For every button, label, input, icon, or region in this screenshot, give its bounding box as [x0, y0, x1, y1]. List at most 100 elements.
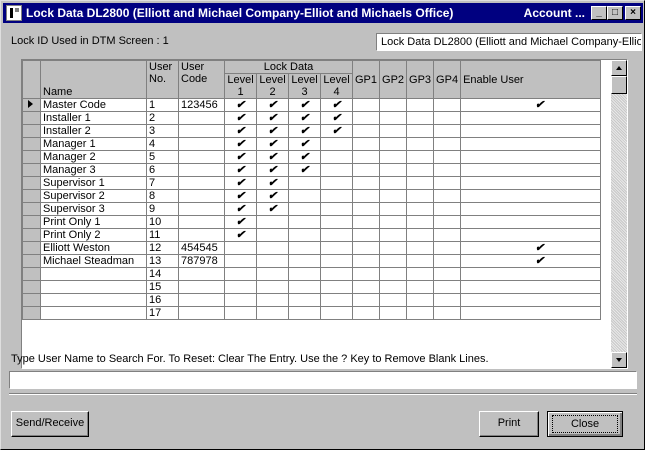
cell-name[interactable]: Supervisor 1: [40, 176, 147, 190]
table-row[interactable]: 17: [22, 306, 602, 320]
table-row[interactable]: Supervisor 1 7 ✔ ✔: [22, 176, 602, 190]
cell-user-no[interactable]: 2: [146, 111, 179, 125]
cell-user-code[interactable]: 123456: [178, 98, 225, 112]
cell-level-2[interactable]: [256, 241, 289, 255]
column-header-user-no[interactable]: User No.: [146, 60, 179, 99]
cell-level-4[interactable]: [320, 137, 353, 151]
scroll-down-button[interactable]: [611, 352, 627, 368]
cell-name[interactable]: Print Only 2: [40, 228, 147, 242]
cell-gp3[interactable]: [406, 137, 435, 151]
cell-user-no[interactable]: 14: [146, 267, 179, 281]
cell-gp4[interactable]: [433, 228, 462, 242]
cell-level-1[interactable]: [224, 293, 257, 307]
cell-user-no[interactable]: 6: [146, 163, 179, 177]
cell-gp2[interactable]: [379, 111, 408, 125]
cell-level-2[interactable]: ✔: [256, 98, 289, 112]
cell-user-code[interactable]: [178, 176, 225, 190]
cell-level-4[interactable]: [320, 176, 353, 190]
cell-level-2[interactable]: [256, 254, 289, 268]
column-header-level-4[interactable]: Level 4: [320, 73, 353, 99]
row-selector[interactable]: [22, 254, 41, 268]
cell-user-code[interactable]: [178, 150, 225, 164]
column-header-name[interactable]: Name: [40, 60, 147, 99]
table-row[interactable]: Master Code 1 123456 ✔ ✔ ✔ ✔ ✔: [22, 98, 602, 112]
cell-gp3[interactable]: [406, 254, 435, 268]
cell-user-no[interactable]: 3: [146, 124, 179, 138]
cell-name[interactable]: Manager 1: [40, 137, 147, 151]
minimize-icon[interactable]: _: [591, 6, 607, 20]
cell-level-4[interactable]: [320, 254, 353, 268]
cell-name[interactable]: [40, 280, 147, 294]
cell-gp4[interactable]: [433, 306, 462, 320]
cell-gp4[interactable]: [433, 111, 462, 125]
cell-gp2[interactable]: [379, 254, 408, 268]
cell-enable-user[interactable]: [460, 267, 602, 281]
cell-level-1[interactable]: [224, 306, 257, 320]
lock-select-field[interactable]: Lock Data DL2800 (Elliott and Michael Co…: [376, 33, 642, 51]
cell-user-code[interactable]: [178, 189, 225, 203]
column-header-gp4[interactable]: GP4: [433, 60, 462, 99]
cell-user-no[interactable]: 1: [146, 98, 179, 112]
cell-user-no[interactable]: 5: [146, 150, 179, 164]
cell-user-no[interactable]: 11: [146, 228, 179, 242]
row-selector[interactable]: [22, 111, 41, 125]
cell-gp4[interactable]: [433, 280, 462, 294]
cell-user-code[interactable]: [178, 215, 225, 229]
cell-gp2[interactable]: [379, 98, 408, 112]
cell-user-no[interactable]: 13: [146, 254, 179, 268]
cell-gp4[interactable]: [433, 267, 462, 281]
cell-level-1[interactable]: [224, 280, 257, 294]
column-header-user-code[interactable]: User Code: [178, 60, 225, 99]
cell-gp1[interactable]: [351, 254, 381, 268]
row-selector[interactable]: [22, 293, 41, 307]
cell-gp2[interactable]: [379, 150, 408, 164]
cell-enable-user[interactable]: ✔: [460, 98, 602, 112]
user-search-input[interactable]: [9, 371, 637, 389]
cell-gp4[interactable]: [433, 150, 462, 164]
cell-enable-user[interactable]: [460, 124, 602, 138]
row-selector[interactable]: [22, 163, 41, 177]
cell-level-3[interactable]: [288, 293, 321, 307]
cell-gp2[interactable]: [379, 280, 408, 294]
cell-level-2[interactable]: [256, 267, 289, 281]
cell-level-3[interactable]: [288, 280, 321, 294]
column-header-gp1[interactable]: GP1: [351, 60, 381, 99]
column-header-level-3[interactable]: Level 3: [288, 73, 321, 99]
cell-level-2[interactable]: ✔: [256, 163, 289, 177]
cell-level-4[interactable]: ✔: [320, 111, 353, 125]
cell-user-no[interactable]: 10: [146, 215, 179, 229]
cell-user-code[interactable]: [178, 163, 225, 177]
cell-gp4[interactable]: [433, 241, 462, 255]
table-row[interactable]: Supervisor 2 8 ✔ ✔: [22, 189, 602, 203]
table-row[interactable]: Print Only 2 11 ✔: [22, 228, 602, 242]
cell-enable-user[interactable]: [460, 215, 602, 229]
cell-user-no[interactable]: 4: [146, 137, 179, 151]
cell-name[interactable]: [40, 306, 147, 320]
cell-gp3[interactable]: [406, 202, 435, 216]
cell-level-2[interactable]: ✔: [256, 189, 289, 203]
table-row[interactable]: 16: [22, 293, 602, 307]
cell-gp3[interactable]: [406, 111, 435, 125]
cell-enable-user[interactable]: ✔: [460, 241, 602, 255]
close-button[interactable]: Close: [547, 411, 623, 437]
cell-level-4[interactable]: [320, 228, 353, 242]
cell-level-2[interactable]: [256, 228, 289, 242]
cell-gp1[interactable]: [351, 228, 381, 242]
cell-user-code[interactable]: [178, 280, 225, 294]
cell-gp2[interactable]: [379, 189, 408, 203]
row-selector[interactable]: [22, 176, 41, 190]
cell-name[interactable]: Manager 3: [40, 163, 147, 177]
cell-gp3[interactable]: [406, 215, 435, 229]
cell-gp1[interactable]: [351, 280, 381, 294]
cell-gp2[interactable]: [379, 241, 408, 255]
cell-name[interactable]: Print Only 1: [40, 215, 147, 229]
cell-user-code[interactable]: 454545: [178, 241, 225, 255]
cell-level-1[interactable]: ✔: [224, 137, 257, 151]
cell-user-code[interactable]: [178, 267, 225, 281]
cell-level-4[interactable]: [320, 267, 353, 281]
cell-level-3[interactable]: [288, 189, 321, 203]
cell-gp3[interactable]: [406, 228, 435, 242]
cell-level-1[interactable]: ✔: [224, 202, 257, 216]
close-icon[interactable]: ×: [625, 6, 641, 20]
cell-gp1[interactable]: [351, 137, 381, 151]
